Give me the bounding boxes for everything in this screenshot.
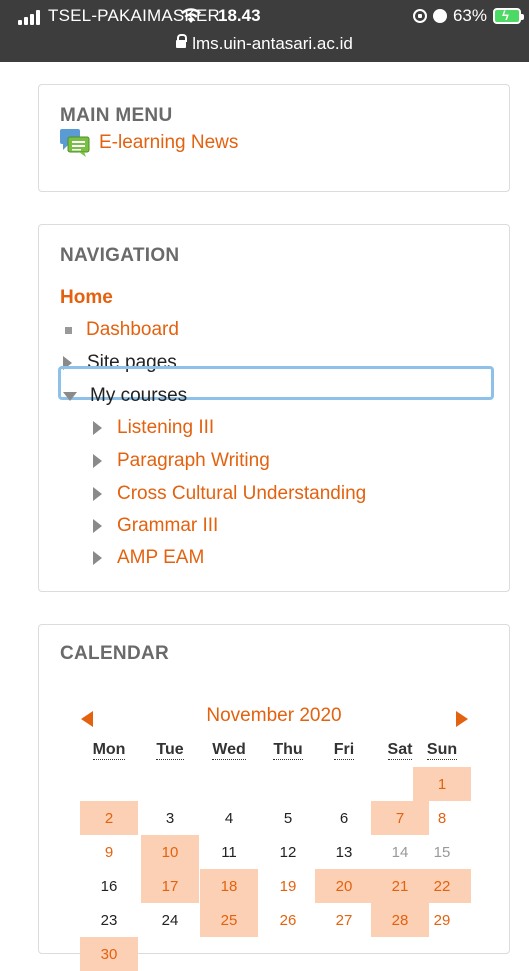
course-item-amp-eam[interactable]: AMP EAM [90, 547, 204, 569]
padlock-icon [176, 33, 188, 48]
calendar-day[interactable]: 8 [413, 801, 471, 835]
course-label: Cross Cultural Understanding [117, 483, 367, 504]
calendar-day[interactable]: 15 [413, 835, 471, 869]
square-bullet-icon [65, 326, 72, 334]
calendar-day[interactable]: 25 [200, 903, 258, 937]
calendar-day[interactable]: 17 [141, 869, 199, 903]
url-text: lms.uin-antasari.ac.id [192, 34, 353, 53]
calendar-day[interactable]: 20 [315, 869, 373, 903]
battery-icon: ϟ [493, 8, 524, 24]
calendar-day[interactable]: 29 [413, 903, 471, 937]
calendar-day[interactable]: 2 [80, 801, 138, 835]
calendar-day[interactable]: 12 [259, 835, 317, 869]
calendar-day[interactable]: 27 [315, 903, 373, 937]
triangle-right-icon [93, 421, 102, 435]
nav-item-label: Dashboard [86, 319, 179, 340]
weekday-label: Tue [156, 741, 184, 760]
calendar-day[interactable]: 6 [315, 801, 373, 835]
e-learning-news-label: E-learning News [99, 132, 239, 153]
calendar-block: CALENDAR November 2020 Mon Tue Wed Thu Fri Sa… [38, 624, 510, 971]
address-bar[interactable]: lms.uin-antasari.ac.id [0, 33, 529, 54]
calendar-day[interactable]: 30 [80, 937, 138, 971]
navigation-block: NAVIGATION Home Dashboard Site pages My … [38, 224, 510, 592]
weekday-tue: Tue [142, 741, 198, 760]
weekday-label: Wed [212, 741, 246, 760]
triangle-right-icon [93, 519, 102, 533]
block-title: NAVIGATION [60, 245, 180, 266]
course-label: Grammar III [117, 515, 219, 536]
next-month-button[interactable] [456, 711, 468, 727]
course-item-paragraph-writing[interactable]: Paragraph Writing [90, 450, 270, 472]
weekday-fri: Fri [316, 741, 372, 760]
triangle-right-icon [93, 551, 102, 565]
signal-icon [18, 10, 42, 25]
wifi-icon [181, 8, 201, 23]
course-label: AMP EAM [117, 547, 205, 568]
course-label: Paragraph Writing [117, 450, 270, 471]
calendar-day[interactable]: 10 [141, 835, 199, 869]
weekday-label: Mon [92, 741, 126, 760]
calendar-day[interactable]: 24 [141, 903, 199, 937]
triangle-right-icon [93, 487, 102, 501]
calendar-day[interactable]: 9 [80, 835, 138, 869]
calendar-day[interactable]: 23 [80, 903, 138, 937]
nav-home-label: Home [60, 287, 113, 308]
course-label: Listening III [117, 417, 215, 438]
weekday-sun: Sun [414, 741, 470, 760]
calendar-day[interactable]: 11 [200, 835, 258, 869]
weekday-label: Sun [426, 741, 458, 760]
block-title: MAIN MENU [60, 105, 173, 126]
alarm-icon [432, 9, 447, 23]
calendar-day[interactable]: 4 [200, 801, 258, 835]
calendar-day[interactable]: 5 [259, 801, 317, 835]
calendar-day[interactable]: 22 [413, 869, 471, 903]
calendar-day[interactable]: 3 [141, 801, 199, 835]
nav-home-link[interactable]: Home [60, 287, 113, 309]
clock: 18.43 [218, 6, 261, 25]
triangle-right-icon [93, 454, 102, 468]
nav-item-dashboard[interactable]: Dashboard [60, 319, 179, 341]
calendar-day[interactable]: 16 [80, 869, 138, 903]
arrow-right-icon [456, 711, 468, 727]
main-menu-block: MAIN MENU E-learning News [38, 84, 510, 192]
calendar-day[interactable]: 1 [413, 767, 471, 801]
course-item-grammar[interactable]: Grammar III [90, 515, 218, 537]
e-learning-news-link[interactable]: E-learning News [59, 127, 238, 159]
nav-item-my-courses[interactable]: My courses [60, 385, 187, 407]
forum-chat-icon [60, 129, 90, 157]
block-title: CALENDAR [60, 643, 170, 664]
weekday-label: Thu [273, 741, 303, 760]
weekday-label: Fri [333, 741, 355, 760]
weekday-thu: Thu [260, 741, 316, 760]
course-item-listening[interactable]: Listening III [90, 417, 214, 439]
calendar-day[interactable]: 13 [315, 835, 373, 869]
weekday-mon: Mon [81, 741, 137, 760]
weekday-wed: Wed [201, 741, 257, 760]
calendar-month-title[interactable]: November 2020 [39, 705, 509, 727]
calendar-day[interactable]: 26 [259, 903, 317, 937]
triangle-down-icon [63, 391, 77, 401]
status-right: 63% ϟ [412, 6, 524, 26]
battery-percent: 63% [452, 6, 487, 25]
nav-item-label: My courses [90, 385, 188, 406]
weekday-label: Sat [387, 741, 413, 760]
course-item-cross-cultural[interactable]: Cross Cultural Understanding [90, 483, 366, 505]
calendar-day[interactable]: 18 [200, 869, 258, 903]
orientation-lock-icon [412, 9, 427, 23]
calendar-day[interactable]: 19 [259, 869, 317, 903]
status-bar: TSEL-PAKAIMASKER 18.43 63% ϟ lms.uin-ant… [0, 0, 529, 62]
